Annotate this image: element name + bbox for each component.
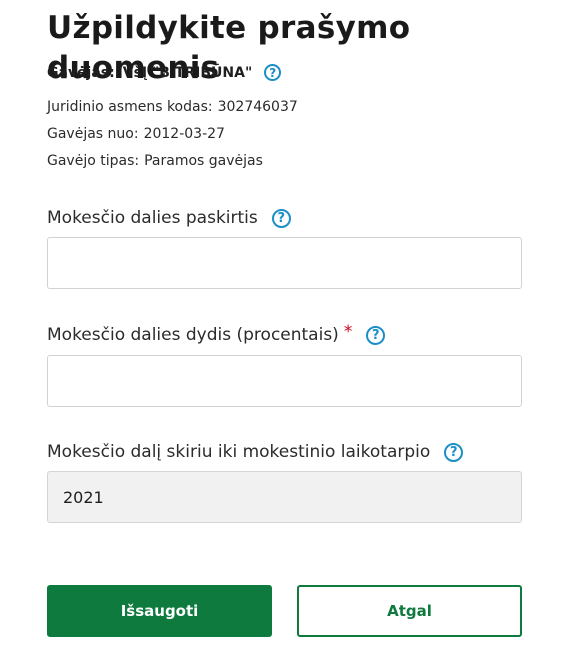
- save-button[interactable]: Išsaugoti: [47, 585, 272, 637]
- percent-input[interactable]: [47, 355, 522, 407]
- question-circle-icon[interactable]: ?: [264, 64, 282, 81]
- required-asterisk: *: [343, 322, 353, 342]
- recipient-row: Gavėjas: VšĮ "B TRIBŪNA" ?: [47, 64, 282, 81]
- recipient-label: Gavėjas:: [47, 64, 115, 81]
- purpose-label: Mokesčio dalies paskirtis ?: [47, 208, 291, 228]
- recipient-since: Gavėjas nuo: 2012-03-27: [47, 126, 225, 142]
- until-year-field: 2021: [47, 471, 522, 523]
- back-button[interactable]: Atgal: [297, 585, 522, 637]
- question-circle-icon[interactable]: ?: [444, 442, 464, 462]
- until-year-label: Mokesčio dalį skiriu iki mokestinio laik…: [47, 442, 464, 462]
- recipient-type: Gavėjo tipas: Paramos gavėjas: [47, 153, 263, 169]
- until-year-value: 2021: [63, 487, 104, 507]
- question-circle-icon[interactable]: ?: [271, 208, 291, 228]
- purpose-input[interactable]: [47, 237, 522, 289]
- legal-entity-code: Juridinio asmens kodas: 302746037: [47, 99, 298, 115]
- percent-label: Mokesčio dalies dydis (procentais) * ?: [47, 322, 386, 345]
- question-circle-icon[interactable]: ?: [366, 325, 386, 345]
- recipient-name: VšĮ "B TRIBŪNA": [122, 64, 253, 81]
